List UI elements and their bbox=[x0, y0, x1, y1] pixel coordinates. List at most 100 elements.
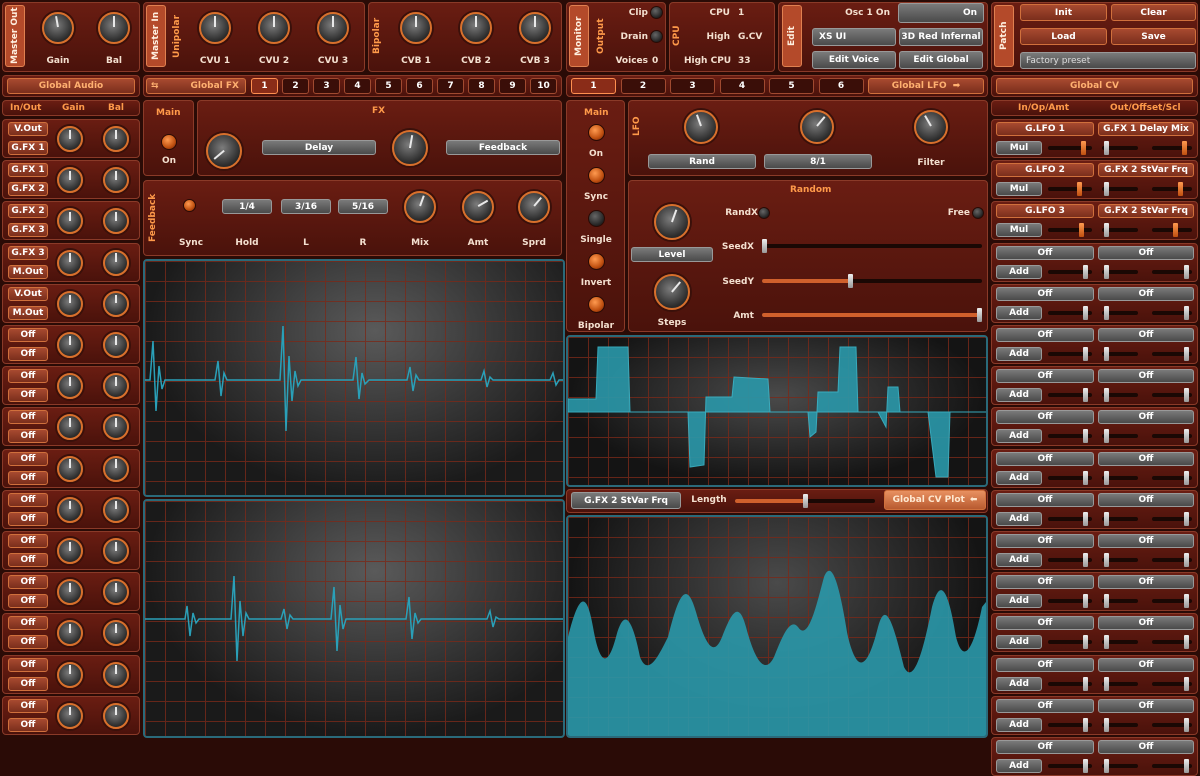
fx-tab-7[interactable]: 7 bbox=[437, 78, 464, 94]
cv-output-button[interactable]: G.FX 2 StVar Frq bbox=[1098, 163, 1194, 178]
audio-bal-knob[interactable] bbox=[103, 661, 129, 688]
audio-in-button[interactable]: Off bbox=[8, 534, 48, 548]
audio-out-button[interactable]: Off bbox=[8, 594, 48, 609]
cv-input-button[interactable]: Off bbox=[996, 492, 1094, 507]
audio-out-button[interactable]: Off bbox=[8, 511, 48, 526]
lfo-tab-5[interactable]: 5 bbox=[769, 78, 814, 94]
cv-op-button[interactable]: Add bbox=[996, 470, 1042, 485]
cv-offset-slider[interactable] bbox=[1102, 470, 1138, 485]
cv-output-button[interactable]: Off bbox=[1098, 328, 1194, 342]
feedback-button[interactable]: Feedback bbox=[446, 140, 560, 155]
cv-op-button[interactable]: Add bbox=[996, 717, 1042, 732]
cv-op-button[interactable]: Add bbox=[996, 429, 1042, 444]
left-time[interactable]: 3/16 bbox=[281, 199, 331, 214]
cv-amt-slider[interactable] bbox=[1048, 347, 1092, 361]
master-out-button[interactable]: Master Out bbox=[5, 5, 25, 67]
global-cv-tab[interactable]: Global CV bbox=[996, 78, 1193, 94]
cv-offset-slider[interactable] bbox=[1102, 429, 1138, 444]
cv-scale-slider[interactable] bbox=[1152, 594, 1192, 609]
audio-in-button[interactable]: Off bbox=[8, 492, 48, 507]
global-audio-tab[interactable]: Global Audio bbox=[7, 78, 135, 94]
cv-scale-slider[interactable] bbox=[1152, 635, 1192, 650]
cv-offset-slider[interactable] bbox=[1102, 305, 1138, 320]
cv-offset-slider[interactable] bbox=[1102, 388, 1138, 403]
steps-knob[interactable] bbox=[654, 274, 690, 310]
cv-op-button[interactable]: Mul bbox=[996, 141, 1042, 155]
patch-button[interactable]: Patch bbox=[994, 5, 1014, 67]
cv-input-button[interactable]: Off bbox=[996, 328, 1094, 342]
cv-output-button[interactable]: Off bbox=[1098, 369, 1194, 384]
cv-scale-slider[interactable] bbox=[1152, 388, 1192, 403]
audio-in-button[interactable]: G.FX 1 bbox=[8, 163, 48, 178]
cv-amt-slider[interactable] bbox=[1048, 305, 1092, 320]
cv-offset-slider[interactable] bbox=[1102, 594, 1138, 609]
lfo-sync-led[interactable] bbox=[588, 167, 605, 184]
audio-gain-knob[interactable] bbox=[57, 661, 83, 688]
right-time[interactable]: 5/16 bbox=[338, 199, 388, 214]
fx-tab-5[interactable]: 5 bbox=[375, 78, 402, 94]
cv-output-button[interactable]: G.FX 2 StVar Frq bbox=[1098, 204, 1194, 219]
mix-knob[interactable] bbox=[404, 191, 436, 223]
edit-global-button[interactable]: Edit Global bbox=[899, 51, 983, 69]
cv-offset-slider[interactable] bbox=[1102, 264, 1138, 279]
lfo-filter-knob[interactable] bbox=[914, 110, 948, 144]
audio-in-button[interactable]: G.FX 3 bbox=[8, 245, 48, 260]
cv-plot-tab[interactable]: Global CV Plot ⬅ bbox=[884, 490, 986, 510]
cv-scale-slider[interactable] bbox=[1152, 305, 1192, 320]
lfo-shape-knob[interactable] bbox=[684, 110, 718, 144]
red-infernal-button[interactable]: 3D Red Infernal bbox=[899, 28, 983, 46]
cv-amt-slider[interactable] bbox=[1048, 470, 1092, 485]
audio-bal-knob[interactable] bbox=[103, 496, 129, 523]
delay-button[interactable]: Delay bbox=[262, 140, 376, 155]
lfo-on-led[interactable] bbox=[588, 124, 605, 141]
fx-tab-9[interactable]: 9 bbox=[499, 78, 526, 94]
audio-in-button[interactable]: V.Out bbox=[8, 286, 48, 301]
cv-output-button[interactable]: Off bbox=[1098, 616, 1194, 631]
cv-amt-slider[interactable] bbox=[1048, 264, 1092, 279]
audio-bal-knob[interactable] bbox=[103, 167, 129, 194]
amt-knob[interactable] bbox=[462, 191, 494, 223]
audio-bal-knob[interactable] bbox=[103, 249, 129, 276]
seedy-slider[interactable] bbox=[762, 274, 982, 288]
cv-op-button[interactable]: Add bbox=[996, 388, 1042, 403]
cv-input-button[interactable]: G.LFO 3 bbox=[996, 204, 1094, 219]
cvu2-knob[interactable] bbox=[258, 12, 290, 44]
cv-input-button[interactable]: Off bbox=[996, 245, 1094, 260]
audio-in-button[interactable]: Off bbox=[8, 328, 48, 342]
cv-op-button[interactable]: Add bbox=[996, 635, 1042, 650]
cv-input-button[interactable]: G.LFO 2 bbox=[996, 163, 1094, 178]
rand-button[interactable]: Rand bbox=[648, 154, 756, 169]
cv-scale-slider[interactable] bbox=[1152, 347, 1192, 361]
fx-tab-2[interactable]: 2 bbox=[282, 78, 309, 94]
cv-output-button[interactable]: Off bbox=[1098, 492, 1194, 507]
cv-input-button[interactable]: G.LFO 1 bbox=[996, 122, 1094, 136]
monitor-button[interactable]: Monitor bbox=[569, 5, 589, 67]
lfo-single-led[interactable] bbox=[588, 210, 605, 227]
audio-out-button[interactable]: Off bbox=[8, 553, 48, 567]
audio-gain-knob[interactable] bbox=[57, 496, 83, 523]
audio-gain-knob[interactable] bbox=[57, 126, 83, 152]
cv-amt-slider[interactable] bbox=[1048, 511, 1092, 526]
cv-amt-slider[interactable] bbox=[1048, 388, 1092, 403]
audio-out-button[interactable]: Off bbox=[8, 635, 48, 650]
audio-in-button[interactable]: Off bbox=[8, 451, 48, 466]
master-bal-knob[interactable] bbox=[98, 12, 130, 44]
cv-scale-slider[interactable] bbox=[1152, 511, 1192, 526]
length-slider[interactable] bbox=[735, 494, 875, 508]
fx-tab-1[interactable]: 1 bbox=[251, 78, 278, 94]
audio-out-button[interactable]: Off bbox=[8, 347, 48, 361]
cv-scale-slider[interactable] bbox=[1152, 717, 1192, 732]
audio-bal-knob[interactable] bbox=[103, 126, 129, 152]
edit-voice-button[interactable]: Edit Voice bbox=[812, 51, 896, 69]
level-knob[interactable] bbox=[654, 204, 690, 240]
plot-target-button[interactable]: G.FX 2 StVar Frq bbox=[571, 492, 681, 509]
fx-tab-8[interactable]: 8 bbox=[468, 78, 495, 94]
master-in-button[interactable]: Master In bbox=[146, 5, 166, 67]
cv-output-button[interactable]: G.FX 1 Delay Mix bbox=[1098, 122, 1194, 136]
cv-output-button[interactable]: Off bbox=[1098, 740, 1194, 754]
cv-amt-slider[interactable] bbox=[1048, 635, 1092, 650]
fx-feedback-knob[interactable] bbox=[392, 130, 428, 166]
cv-amt-slider[interactable] bbox=[1048, 141, 1092, 155]
cv-output-button[interactable]: Off bbox=[1098, 534, 1194, 548]
rate-button[interactable]: 8/1 bbox=[764, 154, 872, 169]
